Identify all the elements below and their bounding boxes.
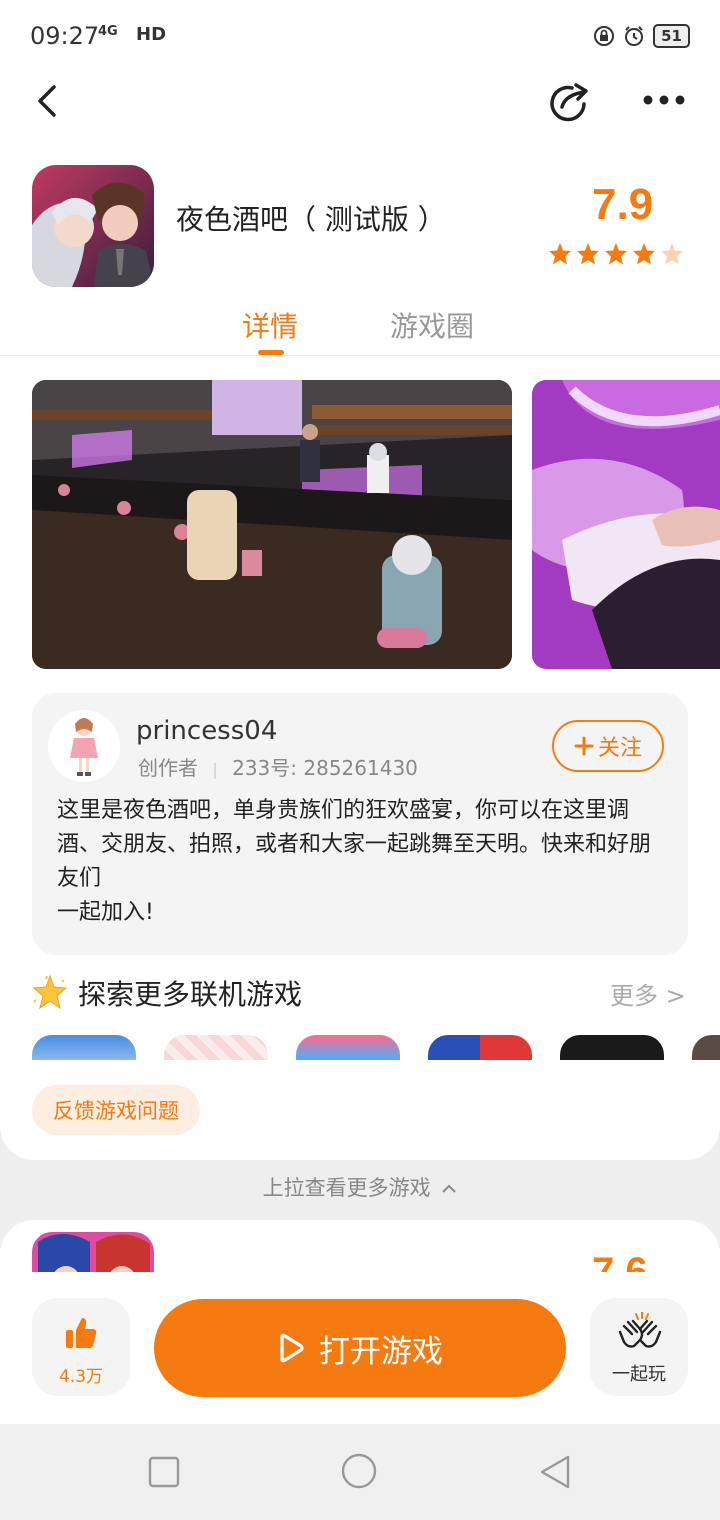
more-link[interactable]: 更多 > bbox=[610, 976, 686, 1011]
game-description: 这里是夜色酒吧，单身贵族们的狂欢盛宴，你可以在这里调酒、交朋友、拍照，或者和大家… bbox=[57, 798, 652, 925]
creator-avatar[interactable] bbox=[48, 710, 120, 782]
play-icon bbox=[280, 1333, 304, 1363]
thumbs-up-icon bbox=[66, 1318, 97, 1348]
star-icon bbox=[633, 243, 655, 265]
like-count: 4.3万 bbox=[58, 1367, 104, 1387]
like-button[interactable]: 4.3万 bbox=[32, 1298, 130, 1396]
rating-score: 7.9 bbox=[592, 180, 654, 229]
star-icon bbox=[605, 243, 627, 265]
play-together-label: 一起玩 bbox=[612, 1364, 666, 1385]
creator-id: 233号: 285261430 bbox=[232, 756, 418, 780]
section-title: 探索更多联机游戏 bbox=[78, 978, 303, 1011]
tabs-divider bbox=[0, 355, 720, 356]
status-bar: 09:27 4G HD 51 bbox=[0, 0, 720, 72]
more-options-icon[interactable] bbox=[642, 94, 686, 106]
pullup-hint[interactable]: 上拉查看更多游戏 bbox=[0, 1172, 720, 1202]
play-together-button[interactable]: 一起玩 bbox=[590, 1298, 688, 1396]
chevron-up-icon bbox=[442, 1184, 457, 1193]
creator-meta: 创作者 | 233号: 285261430 bbox=[138, 752, 418, 781]
status-icons: 51 bbox=[593, 24, 690, 48]
app-icon bbox=[32, 165, 154, 287]
star-icon bbox=[577, 243, 599, 265]
pullup-label: 上拉查看更多游戏 bbox=[262, 1176, 431, 1200]
recent-apps-icon[interactable] bbox=[148, 1456, 180, 1488]
back-arrow-icon[interactable] bbox=[34, 84, 60, 118]
follow-label: 关注 bbox=[597, 736, 642, 761]
lock-rotation-icon bbox=[594, 26, 615, 46]
star-half-icon bbox=[661, 243, 683, 265]
tab-game-circle[interactable]: 游戏圈 bbox=[390, 305, 474, 345]
status-time: 09:27 bbox=[30, 22, 100, 50]
follow-button[interactable]: 关注 bbox=[552, 720, 664, 772]
hd-indicator: HD bbox=[136, 24, 167, 45]
screenshot-1[interactable] bbox=[32, 380, 512, 669]
creator-name[interactable]: princess04 bbox=[136, 716, 277, 746]
share-icon[interactable] bbox=[546, 82, 590, 122]
tab-details[interactable]: 详情 bbox=[242, 305, 298, 345]
alarm-icon bbox=[625, 26, 644, 46]
sparkle-star-icon bbox=[32, 974, 68, 1010]
star-icon bbox=[549, 243, 571, 265]
game-thumbnail[interactable] bbox=[560, 1035, 664, 1060]
plus-icon bbox=[574, 736, 594, 756]
app-title: 夜色酒吧（ 测试版 ） bbox=[176, 203, 446, 236]
battery-indicator: 51 bbox=[653, 24, 690, 48]
creator-role: 创作者 bbox=[138, 756, 198, 780]
clapping-hands-icon bbox=[618, 1312, 662, 1348]
game-thumbnail[interactable] bbox=[164, 1035, 268, 1060]
rating-stars bbox=[548, 242, 684, 266]
screenshot-2[interactable] bbox=[532, 380, 720, 669]
open-game-button[interactable]: 打开游戏 bbox=[154, 1299, 566, 1397]
meta-separator: | bbox=[212, 760, 218, 779]
back-nav-icon[interactable] bbox=[538, 1454, 572, 1490]
system-nav-bar bbox=[0, 1424, 720, 1520]
home-icon[interactable] bbox=[340, 1452, 378, 1490]
open-game-label: 打开游戏 bbox=[319, 1333, 443, 1370]
next-game-card[interactable]: 7.6 bbox=[0, 1220, 720, 1280]
network-indicator: 4G bbox=[98, 24, 118, 39]
feedback-button[interactable]: 反馈游戏问题 bbox=[32, 1085, 200, 1135]
game-thumbnail[interactable] bbox=[296, 1035, 400, 1060]
game-thumbnail[interactable] bbox=[428, 1035, 532, 1060]
game-thumbnail[interactable] bbox=[32, 1035, 136, 1060]
